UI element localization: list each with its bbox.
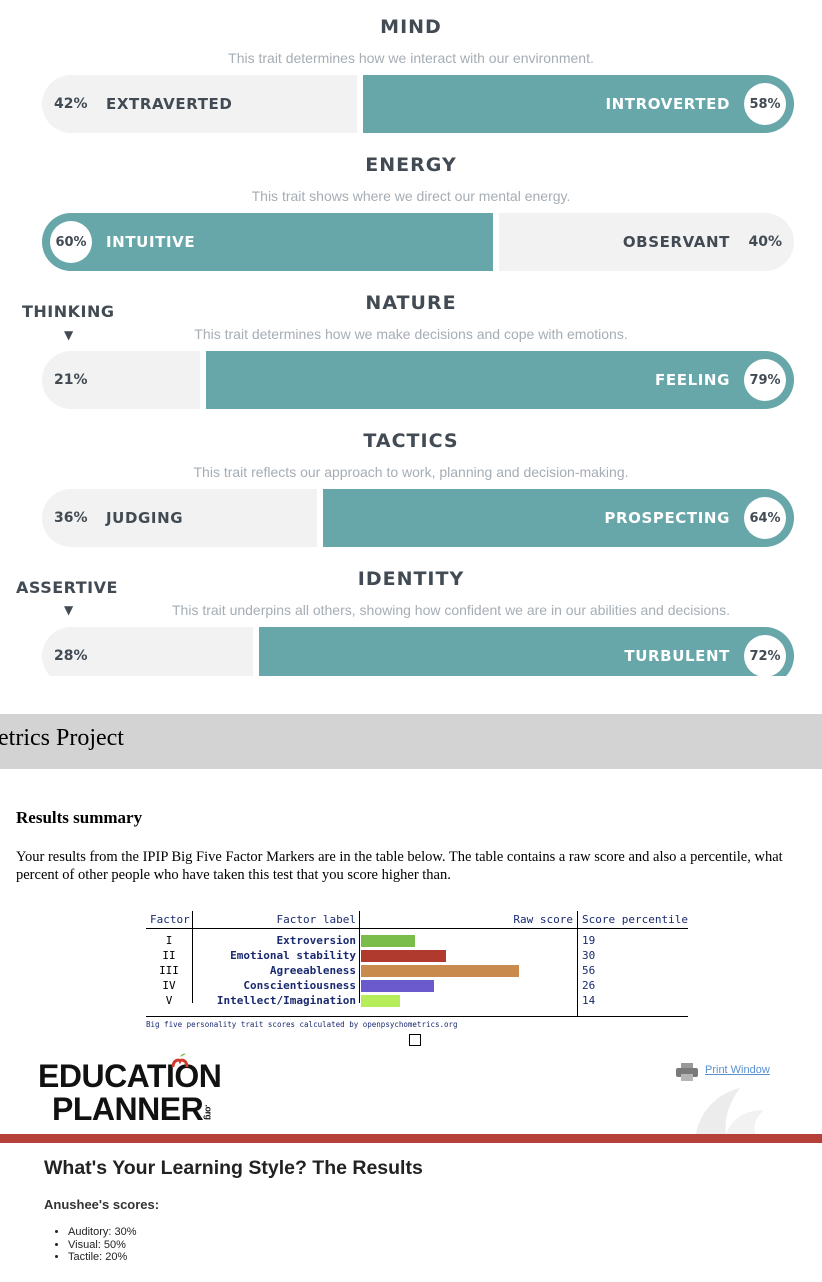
factor-label: Intellect/Imagination: [216, 994, 356, 1007]
trait-left-percent: 42%: [54, 96, 88, 112]
trait-title-mind: MIND: [380, 16, 442, 38]
trait-description-mind: This trait determines how we interact wi…: [228, 50, 594, 66]
factor-number: I: [165, 934, 173, 947]
header-factor: Factor: [150, 913, 190, 926]
trait-right-percent: 40%: [748, 234, 782, 250]
trait-description-nature: This trait determines how we make decisi…: [194, 326, 628, 342]
leaf-decoration-icon: [696, 1088, 764, 1134]
header-score-percentile: Score percentile: [582, 913, 688, 926]
trait-right-percent: 72%: [744, 635, 786, 677]
trait-bar-nature: 21% FEELING 79%: [42, 351, 794, 409]
score-percentile: 26: [582, 979, 596, 992]
trait-title-nature: NATURE: [365, 292, 457, 314]
trait-description-tactics: This trait reflects our approach to work…: [193, 464, 629, 480]
score-percentile: 14: [582, 994, 596, 1007]
factor-label: Agreeableness: [269, 964, 356, 977]
personality-traits-section: MIND This trait determines how we intera…: [0, 0, 822, 690]
factor-number: II: [162, 949, 176, 962]
table-row: II Emotional stability 30: [146, 948, 688, 963]
raw-score-bar: [361, 980, 434, 992]
site-title: etrics Project: [0, 725, 124, 751]
table-row: IV Conscientiousness 26: [146, 978, 688, 993]
trait-right-percent: 79%: [744, 359, 786, 401]
trait-right-label: PROSPECTING: [604, 509, 730, 527]
learning-style-scores: Auditory: 30% Visual: 50% Tactile: 20%: [44, 1226, 136, 1264]
list-item: Auditory: 30%: [68, 1226, 136, 1239]
trait-right-label: INTROVERTED: [605, 95, 730, 113]
list-item: Visual: 50%: [68, 1239, 136, 1252]
trait-description-identity: This trait underpins all others, showing…: [172, 602, 730, 618]
header-factor-label: Factor label: [276, 913, 356, 926]
learning-style-title: What's Your Learning Style? The Results: [44, 1157, 423, 1179]
site-header-banner: etrics Project: [0, 714, 822, 769]
logo-line-1: EDUCATION: [38, 1058, 222, 1094]
trait-bar-tactics: 36% JUDGING PROSPECTING 64%: [42, 489, 794, 547]
print-window-link[interactable]: Print Window: [705, 1064, 770, 1076]
logo-suffix: .org: [203, 1104, 214, 1120]
table-row: III Agreeableness 56: [146, 963, 688, 978]
factor-number: III: [159, 964, 179, 977]
logo-line-2: PLANNER.org: [52, 1091, 214, 1127]
trait-left-label: JUDGING: [106, 509, 184, 527]
big-five-factor-table: Factor Factor label Raw score Score perc…: [146, 911, 688, 1019]
score-percentile: 56: [582, 964, 596, 977]
raw-score-bar: [361, 935, 415, 947]
factor-label: Extroversion: [276, 934, 356, 947]
trait-left-percent: 36%: [54, 510, 88, 526]
trait-title-energy: ENERGY: [365, 154, 457, 176]
factor-number: IV: [162, 979, 176, 992]
score-percentile: 19: [582, 934, 596, 947]
trait-right-percent: 64%: [744, 497, 786, 539]
apple-icon: [171, 1053, 189, 1068]
trait-left-label: INTUITIVE: [106, 233, 196, 251]
factor-label: Conscientiousness: [243, 979, 356, 992]
results-summary-text: Your results from the IPIP Big Five Fact…: [16, 849, 783, 883]
trait-right-label: OBSERVANT: [622, 233, 730, 251]
trait-right-label: FEELING: [655, 371, 730, 389]
trait-left-percent: 21%: [54, 372, 88, 388]
table-row: V Intellect/Imagination 14: [146, 993, 688, 1008]
trait-description-energy: This trait shows where we direct our men…: [251, 188, 571, 204]
table-row: I Extroversion 19: [146, 933, 688, 948]
factor-number: V: [165, 994, 173, 1007]
results-summary-heading: Results summary: [16, 808, 143, 827]
raw-score-bar: [361, 965, 519, 977]
trait-left-percent: 60%: [50, 221, 92, 263]
raw-score-bar: [361, 995, 400, 1007]
table-caption: Big five personality trait scores calcul…: [146, 1020, 458, 1029]
header-raw-score: Raw score: [513, 913, 573, 926]
score-percentile: 30: [582, 949, 596, 962]
trait-left-label: EXTRAVERTED: [106, 95, 233, 113]
learning-style-subtitle: Anushee's scores:: [44, 1197, 160, 1212]
checkbox-icon: [409, 1034, 421, 1046]
red-divider: [0, 1134, 822, 1143]
raw-score-bar: [361, 950, 446, 962]
factor-label: Emotional stability: [230, 949, 356, 962]
trait-title-tactics: TACTICS: [363, 430, 459, 452]
trait-bar-mind: 42% EXTRAVERTED INTROVERTED 58%: [42, 75, 794, 133]
printer-icon[interactable]: [676, 1063, 698, 1081]
trait-title-identity: IDENTITY: [357, 568, 465, 590]
trait-bar-energy: 60% INTUITIVE OBSERVANT 40%: [42, 213, 794, 271]
trait-right-percent: 58%: [744, 83, 786, 125]
list-item: Tactile: 20%: [68, 1251, 136, 1264]
